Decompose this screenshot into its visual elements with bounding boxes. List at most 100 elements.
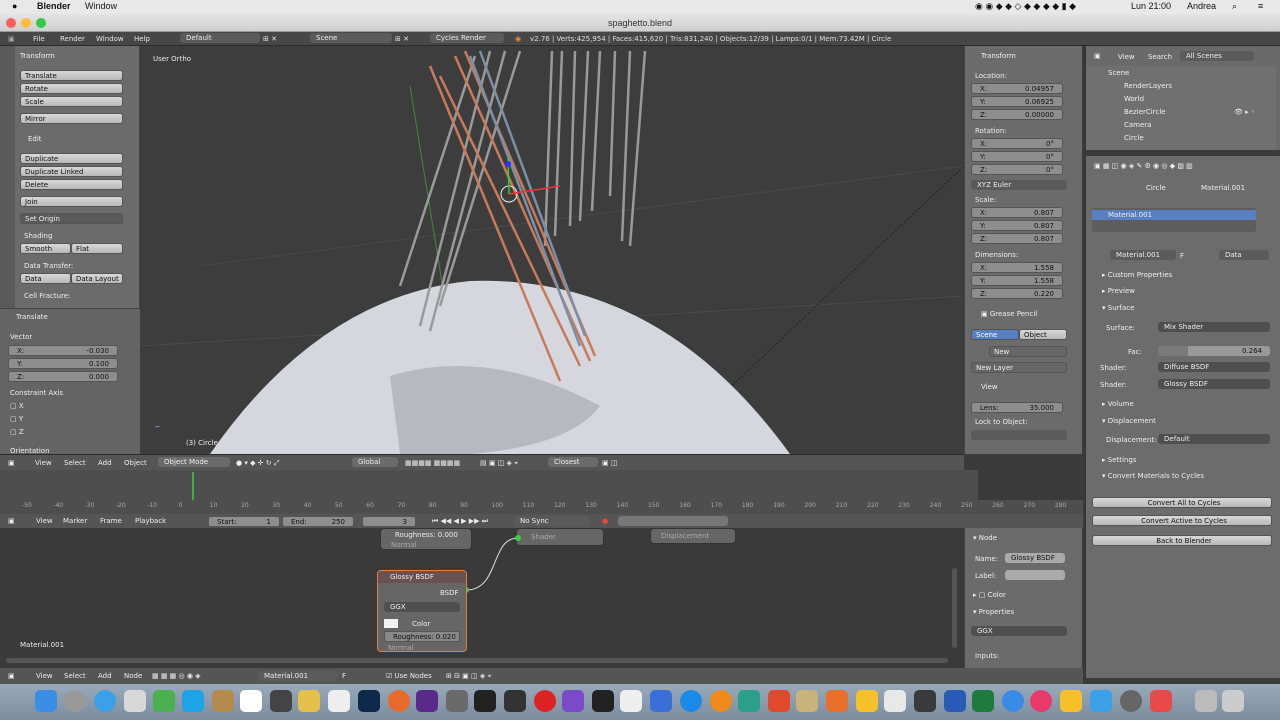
use-nodes-checkbox[interactable]: ☑ Use Nodes: [386, 672, 432, 680]
transform-orientation-selector[interactable]: Global: [352, 457, 398, 467]
link-selector[interactable]: Data: [1219, 250, 1269, 260]
snap-target-selector[interactable]: Closest: [548, 457, 598, 467]
shader2-selector[interactable]: Glossy BSDF: [1158, 379, 1270, 389]
menu-marker[interactable]: Marker: [63, 517, 87, 525]
constraint-z-checkbox[interactable]: ▢ Z: [10, 428, 24, 436]
scale-z-field[interactable]: Z: 0.807: [971, 233, 1063, 244]
shader1-selector[interactable]: Diffuse BSDF: [1158, 362, 1270, 372]
menu-select[interactable]: Select: [64, 672, 86, 680]
glossy-node-header[interactable]: Glossy BSDF: [378, 571, 466, 583]
photoshop-icon[interactable]: [358, 690, 380, 712]
props-tabs[interactable]: ▣ ▦ ◫ ◉ ◈ ✎ ⚙ ◉ ◎ ◆ ▨ ▥: [1094, 162, 1193, 170]
menu-window[interactable]: Window: [96, 35, 124, 43]
node-name-field[interactable]: Glossy BSDF: [1005, 553, 1065, 563]
transform-header[interactable]: Transform: [20, 52, 55, 60]
location-z-field[interactable]: Z: 0.00000: [971, 109, 1063, 120]
shader-type-icons[interactable]: ▦ ▦ ▦ ◎ ◉ ◈: [152, 672, 201, 680]
menu-node[interactable]: Node: [124, 672, 142, 680]
outliner-filter-selector[interactable]: All Scenes: [1180, 51, 1254, 61]
node-tool-icons[interactable]: ⊞ ⊟ ▣ ◫ ◈ ⌖: [446, 672, 491, 681]
app-icon-3[interactable]: [914, 690, 936, 712]
textedit-icon[interactable]: [328, 690, 350, 712]
vector-z-field[interactable]: Z: 0.000: [8, 371, 118, 382]
user-name[interactable]: Andrea: [1187, 1, 1216, 11]
launchpad-icon[interactable]: [64, 690, 86, 712]
custom-properties-panel[interactable]: ▸ Custom Properties: [1102, 271, 1172, 279]
roughness-field[interactable]: Roughness: 0.020: [384, 631, 460, 642]
node-hscrollbar[interactable]: [6, 658, 948, 663]
safari-icon[interactable]: [94, 690, 116, 712]
menu-help[interactable]: Help: [134, 35, 150, 43]
blender-icon[interactable]: [710, 690, 732, 712]
3d-viewport[interactable]: User Ortho (3) Circle ⌐: [140, 46, 964, 454]
zoom-window-icon[interactable]: [36, 18, 46, 28]
app-menu[interactable]: Blender: [37, 1, 71, 11]
cinema4d-icon[interactable]: [416, 690, 438, 712]
menu-playback[interactable]: Playback: [135, 517, 166, 525]
outliner-menu-search[interactable]: Search: [1148, 53, 1172, 61]
outliner-item-camera[interactable]: Camera: [1124, 121, 1151, 129]
calculator-icon[interactable]: [270, 690, 292, 712]
join-button[interactable]: Join: [20, 196, 123, 207]
system-preferences-icon[interactable]: [1120, 690, 1142, 712]
teamviewer-icon[interactable]: [680, 690, 702, 712]
operator-header[interactable]: Translate: [16, 313, 48, 321]
glossy-bsdf-node[interactable]: Glossy BSDF BSDF GGX Color Roughness: 0.…: [377, 570, 467, 652]
preview-panel[interactable]: ▸ Preview: [1102, 287, 1135, 295]
layout-selector[interactable]: Default: [180, 33, 260, 43]
keynote-icon[interactable]: [884, 690, 906, 712]
surface-shader-selector[interactable]: Mix Shader: [1158, 322, 1270, 332]
smooth-button[interactable]: Smooth: [20, 243, 71, 254]
record-icon[interactable]: ●: [602, 517, 608, 525]
trash-icon[interactable]: [1222, 690, 1244, 712]
scale-x-field[interactable]: X: 0.807: [971, 207, 1063, 218]
node-material-selector[interactable]: Material.001: [258, 671, 338, 681]
menu-view[interactable]: View: [36, 517, 53, 525]
grease-scene-tab[interactable]: Scene: [971, 329, 1019, 340]
menu-view[interactable]: View: [36, 672, 53, 680]
scale-y-field[interactable]: Y: 0.807: [971, 220, 1063, 231]
location-x-field[interactable]: X: 0.04957: [971, 83, 1063, 94]
constraint-x-checkbox[interactable]: ▢ X: [10, 402, 24, 410]
timeline[interactable]: -50 -40 -30 -20 -10 0 10 20 30 40 50 60 70 80 90 100 110…: [0, 470, 1083, 514]
outliner-menu-view[interactable]: View: [1118, 53, 1135, 61]
duplicate-linked-button[interactable]: Duplicate Linked: [20, 166, 123, 177]
menu-add[interactable]: Add: [98, 672, 112, 680]
grease-object-tab[interactable]: Object: [1019, 329, 1067, 340]
sync-mode-selector[interactable]: No Sync: [514, 516, 590, 526]
displacement-selector[interactable]: Default: [1158, 434, 1270, 444]
outliner-item-scene[interactable]: Scene: [1108, 69, 1129, 77]
duplicate-button[interactable]: Duplicate: [20, 153, 123, 164]
node-header[interactable]: ▾ Node: [973, 534, 997, 542]
convert-active-button[interactable]: Convert Active to Cycles: [1092, 515, 1272, 526]
rotation-mode-selector[interactable]: XYZ Euler: [971, 180, 1067, 190]
convert-panel[interactable]: ▾ Convert Materials to Cycles: [1102, 472, 1204, 480]
finder-icon[interactable]: [35, 690, 57, 712]
surface-panel[interactable]: ▾ Surface: [1102, 304, 1134, 312]
view-header[interactable]: View: [981, 383, 998, 391]
vector-y-field[interactable]: Y: 0.100: [8, 358, 118, 369]
layout-add-icon[interactable]: ⊞ ✕: [263, 35, 277, 43]
translate-button[interactable]: Translate: [20, 70, 123, 81]
outliner-item-circle[interactable]: Circle: [1124, 134, 1144, 142]
automator-icon[interactable]: [446, 690, 468, 712]
skype-icon[interactable]: [182, 690, 204, 712]
volume-panel[interactable]: ▸ Volume: [1102, 400, 1134, 408]
fac-slider[interactable]: 0.264: [1158, 346, 1270, 356]
app-icon-1[interactable]: [768, 690, 790, 712]
preview-icon[interactable]: [124, 690, 146, 712]
editor-type-icon[interactable]: ▣: [8, 672, 15, 680]
app-icon-5[interactable]: [1150, 690, 1172, 712]
chrome-icon[interactable]: [388, 690, 410, 712]
downloads-icon[interactable]: [1195, 690, 1217, 712]
new-layer-button[interactable]: New Layer: [971, 362, 1067, 373]
messages-icon[interactable]: [153, 690, 175, 712]
delete-button[interactable]: Delete: [20, 179, 123, 190]
opera-icon[interactable]: [534, 690, 556, 712]
settings-panel[interactable]: ▸ Settings: [1102, 456, 1136, 464]
list-icon[interactable]: ≡: [1258, 1, 1263, 11]
timeline-playhead[interactable]: [192, 472, 194, 500]
notes-icon[interactable]: [298, 690, 320, 712]
finalcut-icon[interactable]: [474, 690, 496, 712]
appstore-2-icon[interactable]: [1002, 690, 1024, 712]
